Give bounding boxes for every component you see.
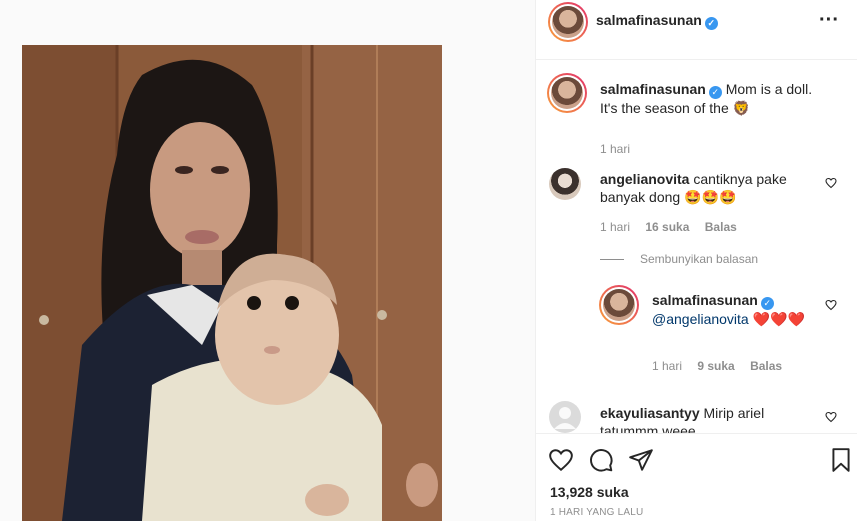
lion-emoji-icon: 🦁 [732,100,751,116]
comment-item: angelianovita cantiknya pake banyak dong… [536,165,857,245]
comment-time[interactable]: 1 hari [600,220,630,234]
comment-likes[interactable]: 16 suka [645,220,689,234]
star-eyes-emoji-icon: 🤩🤩🤩 [684,189,737,205]
post-actions: 13,928 suka 1 HARI YANG LALU [536,433,857,521]
more-options-icon[interactable]: ··· [819,9,839,32]
post-timestamp[interactable]: 1 HARI YANG LALU [550,507,643,518]
reply-text: salmafinasunan ✓ @angelianovita ❤️❤️❤️ [652,291,822,328]
reply-likes[interactable]: 9 suka [697,359,734,373]
default-avatar-icon[interactable] [549,401,581,433]
caption-avatar[interactable] [547,73,587,113]
caption-row: salmafinasunan ✓ Mom is a doll. It's the … [536,73,857,156]
comment-text: ekayuliasantyy Mirip ariel tatummm weee [600,405,765,433]
commenter-avatar[interactable] [549,168,581,200]
hide-replies-button[interactable]: Sembunyikan balasan [600,252,758,266]
like-reply-heart-icon[interactable] [825,299,837,311]
caption-time[interactable]: 1 hari [600,142,630,156]
verified-badge-icon: ✓ [708,86,722,99]
reply-item: salmafinasunan ✓ @angelianovita ❤️❤️❤️ 1 … [536,284,857,379]
post-photo[interactable] [22,45,442,521]
share-paper-plane-icon[interactable] [628,447,656,475]
comment-meta: 1 hari 16 suka Balas [600,220,749,234]
comments-list: salmafinasunan ✓ Mom is a doll. It's the … [536,61,857,433]
reply-username[interactable]: salmafinasunan [652,292,758,308]
reply-avatar[interactable] [599,285,639,325]
caption-text: salmafinasunan ✓ Mom is a doll. It's the … [600,81,813,116]
like-heart-icon[interactable] [548,447,576,475]
reply-button[interactable]: Balas [750,359,782,373]
verified-badge-icon: ✓ [760,297,774,310]
media-pane [0,0,536,521]
caption-meta: 1 hari [600,142,642,156]
comment-username[interactable]: ekayuliasantyy [600,405,700,421]
post-details-panel: salmafinasunan ✓ ··· salmafinasunan ✓ Mom … [536,0,857,521]
reply-button[interactable]: Balas [705,220,737,234]
comment-bubble-icon[interactable] [588,447,616,475]
likes-count[interactable]: 13,928 suka [550,484,629,500]
reply-meta: 1 hari 9 suka Balas [652,359,794,373]
like-comment-heart-icon[interactable] [825,411,837,423]
comment-text: angelianovita cantiknya pake banyak dong… [600,171,787,205]
save-bookmark-icon[interactable] [828,447,856,475]
caption-username[interactable]: salmafinasunan [600,81,706,97]
post-header: salmafinasunan ✓ ··· [536,0,857,60]
reply-time[interactable]: 1 hari [652,359,682,373]
comment-item: ekayuliasantyy Mirip ariel tatummm weee [536,399,857,433]
red-heart-emoji-icon: ❤️❤️❤️ [752,311,805,327]
author-avatar[interactable] [548,2,588,42]
replies-divider [600,258,624,260]
verified-badge-icon: ✓ [704,17,718,30]
like-comment-heart-icon[interactable] [825,177,837,189]
comment-username[interactable]: angelianovita [600,171,689,187]
mention-link[interactable]: @angelianovita [652,311,749,327]
author-username[interactable]: salmafinasunan ✓ [596,12,718,30]
photo-illustration [22,45,442,521]
